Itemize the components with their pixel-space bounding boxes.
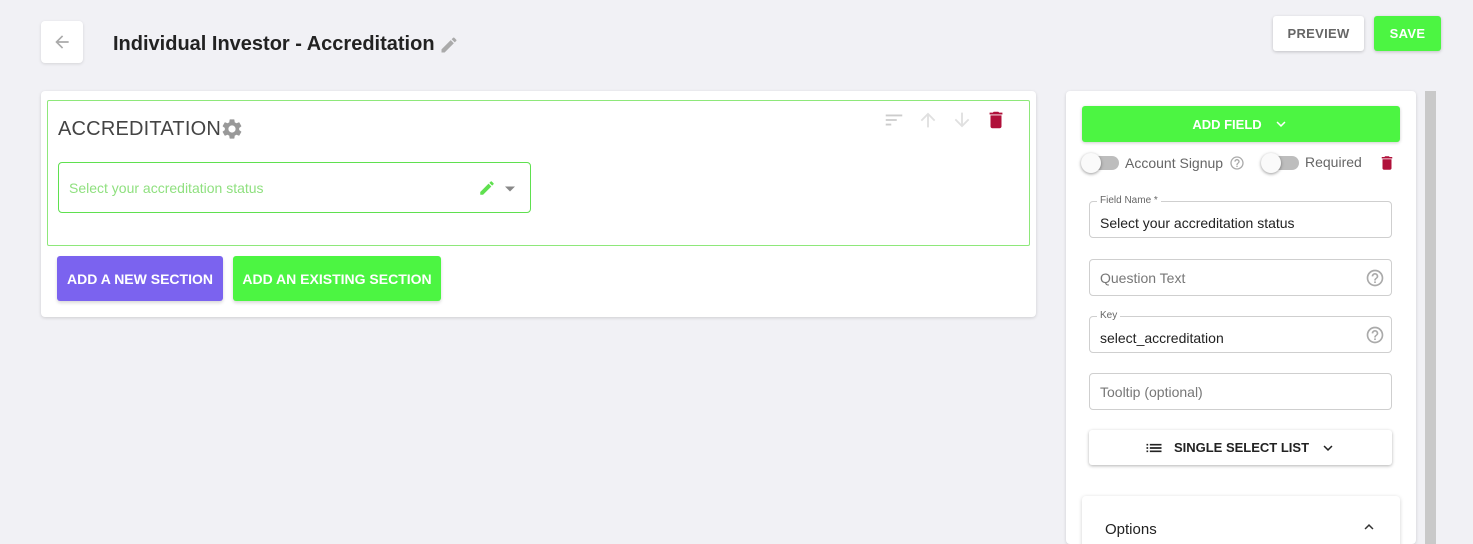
sort-icon[interactable] bbox=[883, 109, 905, 131]
caret-down-icon[interactable] bbox=[504, 182, 516, 200]
question-text-placeholder: Question Text bbox=[1100, 270, 1186, 286]
field-type-label: SINGLE SELECT LIST bbox=[1173, 440, 1310, 455]
required-label: Required bbox=[1305, 154, 1362, 170]
account-signup-toggle[interactable] bbox=[1081, 153, 1119, 173]
edit-title-icon[interactable] bbox=[439, 35, 459, 60]
required-toggle[interactable] bbox=[1261, 153, 1299, 173]
chevron-down-icon bbox=[1276, 121, 1286, 127]
chevron-up-icon bbox=[1360, 518, 1378, 541]
help-icon[interactable] bbox=[1365, 325, 1385, 350]
delete-field-icon[interactable] bbox=[1378, 153, 1396, 178]
section-container: ACCREDITATION Select your accreditation … bbox=[47, 100, 1030, 246]
field-type-button[interactable]: SINGLE SELECT LIST bbox=[1089, 430, 1392, 465]
options-accordion[interactable]: Options bbox=[1082, 496, 1400, 544]
preview-button[interactable]: PREVIEW bbox=[1273, 16, 1364, 51]
delete-section-icon[interactable] bbox=[985, 109, 1007, 131]
field-name-label: Field Name * bbox=[1097, 195, 1161, 206]
add-field-label: ADD FIELD bbox=[1192, 116, 1262, 132]
accreditation-select[interactable]: Select your accreditation status bbox=[58, 162, 531, 213]
key-value: select_accreditation bbox=[1100, 330, 1224, 346]
field-name-value: Select your accreditation status bbox=[1100, 215, 1295, 231]
question-text-input[interactable]: Question Text bbox=[1089, 259, 1392, 296]
key-label: Key bbox=[1097, 310, 1121, 321]
select-placeholder: Select your accreditation status bbox=[69, 180, 264, 196]
pencil-icon[interactable] bbox=[478, 179, 496, 202]
add-existing-section-button[interactable]: ADD AN EXISTING SECTION bbox=[233, 256, 441, 301]
account-signup-label: Account Signup bbox=[1125, 155, 1224, 171]
field-name-input[interactable]: Field Name * Select your accreditation s… bbox=[1089, 195, 1392, 238]
field-settings-panel: ADD FIELD Account Signup Required Field … bbox=[1066, 91, 1416, 544]
section-toolbar bbox=[883, 109, 1007, 131]
arrow-down-icon[interactable] bbox=[951, 109, 973, 131]
help-icon[interactable] bbox=[1365, 268, 1385, 293]
arrow-left-icon bbox=[55, 35, 69, 49]
key-input[interactable]: Key select_accreditation bbox=[1089, 310, 1392, 353]
list-icon bbox=[1146, 443, 1162, 452]
gear-icon[interactable] bbox=[220, 117, 244, 146]
tooltip-input[interactable]: Tooltip (optional) bbox=[1089, 373, 1392, 410]
add-new-section-button[interactable]: ADD A NEW SECTION bbox=[57, 256, 223, 301]
form-builder-card: ACCREDITATION Select your accreditation … bbox=[41, 91, 1036, 317]
save-button[interactable]: SAVE bbox=[1374, 16, 1441, 51]
tooltip-placeholder: Tooltip (optional) bbox=[1100, 384, 1203, 400]
options-title: Options bbox=[1105, 521, 1157, 538]
arrow-up-icon[interactable] bbox=[917, 109, 939, 131]
section-title: ACCREDITATION bbox=[58, 118, 221, 140]
back-button[interactable] bbox=[41, 21, 83, 63]
chevron-down-icon bbox=[1323, 444, 1333, 451]
help-icon[interactable] bbox=[1229, 155, 1245, 176]
page-title: Individual Investor - Accreditation bbox=[113, 33, 435, 55]
scrollbar[interactable] bbox=[1425, 91, 1436, 544]
add-field-button[interactable]: ADD FIELD bbox=[1082, 106, 1400, 142]
